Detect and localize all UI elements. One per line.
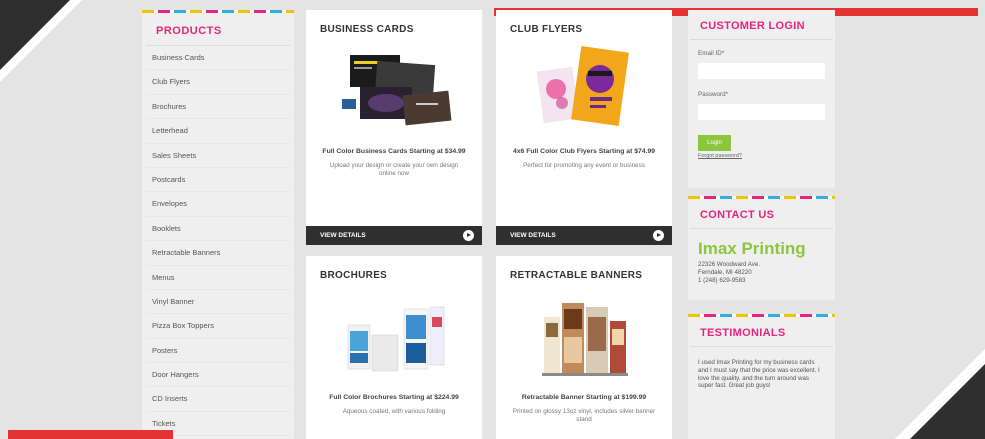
- arrow-right-icon: [653, 230, 664, 241]
- sidebar-item-business-cards[interactable]: Business Cards: [146, 46, 290, 71]
- email-field[interactable]: [698, 63, 825, 79]
- view-details-label: VIEW DETAILS: [320, 232, 366, 239]
- testimonials-heading: TESTIMONIALS: [690, 317, 833, 347]
- password-label: Password*: [698, 91, 729, 98]
- sidebar-item-door-hangers[interactable]: Door Hangers: [146, 363, 290, 388]
- card-title: Full Color Business Cards Starting at $3…: [322, 148, 466, 155]
- card-description: Aqueous coated, with various folding: [342, 408, 446, 415]
- address-line-2: Ferndale, MI 48220: [698, 268, 752, 276]
- card-title: Full Color Brochures Starting at $224.99: [329, 394, 459, 401]
- club-flyers-image[interactable]: [510, 41, 658, 139]
- product-card-retractable-banners: RETRACTABLE BANNERS Retractable Banner S…: [496, 256, 672, 439]
- products-sidebar: PRODUCTS Business Cards Club Flyers Broc…: [142, 10, 294, 439]
- sidebar-item-posters[interactable]: Posters: [146, 339, 290, 364]
- forgot-password-link[interactable]: Forgot password?: [688, 151, 835, 159]
- sidebar-item-pizza-box-toppers[interactable]: Pizza Box Toppers: [146, 314, 290, 339]
- sidebar-item-vinyl-banner[interactable]: Vinyl Banner: [146, 290, 290, 315]
- view-details-button[interactable]: VIEW DETAILS: [496, 226, 672, 245]
- product-card-brochures: BROCHURES Full Color Brochures Starting …: [306, 256, 482, 439]
- sidebar-item-booklets[interactable]: Booklets: [146, 217, 290, 242]
- address-line-1: 22326 Woodward Ave.: [698, 261, 761, 268]
- contact-us-panel: CONTACT US Imax Printing 22326 Woodward …: [688, 196, 835, 300]
- sidebar-heading: PRODUCTS: [146, 13, 290, 46]
- card-title: Retractable Banner Starting at $199.99: [521, 394, 647, 401]
- card-heading: BROCHURES: [320, 270, 388, 281]
- view-details-label: VIEW DETAILS: [510, 232, 556, 239]
- arrow-right-icon: [463, 230, 474, 241]
- bottom-accent-bar: [8, 430, 173, 439]
- brand-name: Imax Printing: [698, 239, 806, 258]
- card-description: Perfect for promoting any event or busin…: [523, 162, 645, 169]
- sidebar-item-club-flyers[interactable]: Club Flyers: [146, 70, 290, 95]
- card-heading: RETRACTABLE BANNERS: [510, 270, 643, 281]
- product-card-business-cards: BUSINESS CARDS Full Color Business Cards…: [306, 10, 482, 245]
- product-menu: Business Cards Club Flyers Brochures Let…: [142, 46, 294, 437]
- business-cards-image[interactable]: [320, 41, 468, 139]
- sidebar-item-letterhead[interactable]: Letterhead: [146, 119, 290, 144]
- card-description: Upload your design or create your own de…: [329, 162, 459, 177]
- card-heading: CLUB FLYERS: [510, 24, 583, 35]
- sidebar-item-brochures[interactable]: Brochures: [146, 95, 290, 120]
- product-card-club-flyers: CLUB FLYERS 4x6 Full Color Club Flyers S…: [496, 10, 672, 245]
- corner-decoration-bottom-right: [910, 364, 985, 439]
- contact-heading: CONTACT US: [690, 199, 833, 229]
- sidebar-item-sales-sheets[interactable]: Sales Sheets: [146, 144, 290, 168]
- login-heading: CUSTOMER LOGIN: [690, 10, 833, 40]
- testimonial-text: I used Imax Printing for my business car…: [698, 359, 820, 390]
- customer-login-panel: CUSTOMER LOGIN Email ID* Password* Login…: [688, 10, 835, 188]
- sidebar-item-envelopes[interactable]: Envelopes: [146, 192, 290, 217]
- retractable-banners-image[interactable]: [510, 287, 658, 385]
- view-details-button[interactable]: VIEW DETAILS: [306, 226, 482, 245]
- sidebar-item-retractable-banners[interactable]: Retractable Banners: [146, 241, 290, 266]
- sidebar-item-postcards[interactable]: Postcards: [146, 168, 290, 193]
- sidebar-item-menus[interactable]: Menus: [146, 266, 290, 290]
- login-button[interactable]: Login: [698, 135, 731, 151]
- brochures-image[interactable]: [320, 287, 468, 385]
- card-title: 4x6 Full Color Club Flyers Starting at $…: [512, 148, 656, 155]
- corner-decoration-top-left: [0, 0, 70, 70]
- sidebar-item-cd-inserts[interactable]: CD Inserts: [146, 387, 290, 412]
- card-description: Printed on glossy 13oz vinyl, includes s…: [512, 408, 656, 423]
- testimonials-panel: TESTIMONIALS I used Imax Printing for my…: [688, 314, 835, 439]
- password-field[interactable]: [698, 104, 825, 120]
- email-label: Email ID*: [698, 50, 725, 57]
- phone-number: 1 (248) 629-9583: [698, 276, 746, 284]
- card-heading: BUSINESS CARDS: [320, 24, 414, 35]
